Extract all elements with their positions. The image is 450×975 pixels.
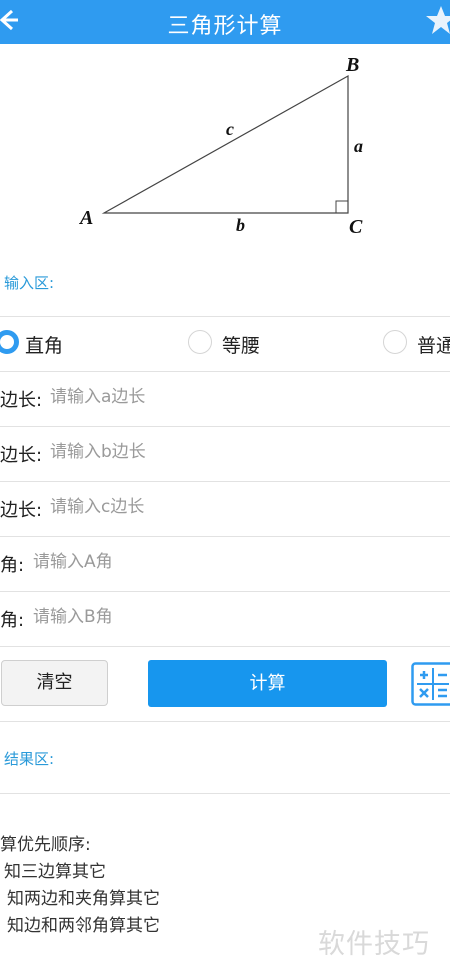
- field-label: 边长:: [0, 390, 43, 411]
- radio-general[interactable]: 普通: [383, 330, 450, 358]
- radio-selected-icon: [0, 330, 19, 354]
- calculator-icon[interactable]: [411, 662, 450, 706]
- divider: [0, 721, 450, 722]
- side-b-input[interactable]: [50, 437, 350, 467]
- field-label: 角:: [0, 555, 25, 576]
- field-label: 边长:: [0, 500, 43, 521]
- angle-a-input[interactable]: [33, 547, 333, 577]
- angle-b-row: 角:: [0, 592, 450, 646]
- radio-unselected-icon: [188, 330, 212, 354]
- angle-b-input[interactable]: [33, 602, 333, 632]
- side-c-input[interactable]: [50, 492, 350, 522]
- divider: [0, 646, 450, 647]
- side-a-row: 边长:: [0, 372, 450, 426]
- radio-label: 普通: [417, 335, 450, 357]
- radio-unselected-icon: [383, 330, 407, 354]
- side-c-row: 边长:: [0, 482, 450, 536]
- input-section-label: 输入区:: [4, 274, 55, 292]
- notes-item: 知三边算其它: [4, 862, 106, 882]
- star-icon[interactable]: [424, 4, 450, 38]
- vertex-label-a: A: [78, 207, 93, 229]
- calculate-button[interactable]: 计算: [148, 660, 387, 707]
- notes-item: 知边和两邻角算其它: [7, 916, 160, 936]
- divider: [0, 316, 450, 317]
- field-label: 边长:: [0, 445, 43, 466]
- clear-button[interactable]: 清空: [1, 660, 108, 706]
- radio-right-angle[interactable]: 直角: [0, 330, 85, 358]
- app-header: 三角形计算: [0, 0, 450, 44]
- triangle-diagram: A B C a b c: [78, 54, 363, 238]
- result-section-label: 结果区:: [4, 750, 55, 768]
- side-label-a: a: [354, 136, 363, 156]
- calculation-priority-notes: 算优先顺序: 知三边算其它 知两边和夹角算其它 知边和两邻角算其它: [0, 832, 160, 940]
- divider: [0, 793, 450, 794]
- vertex-label-b: B: [345, 54, 359, 76]
- right-angle-mark: [335, 200, 348, 213]
- vertex-label-c: C: [349, 216, 363, 238]
- notes-item: 知两边和夹角算其它: [7, 889, 160, 909]
- page-title: 三角形计算: [167, 14, 283, 39]
- side-b-row: 边长:: [0, 427, 450, 481]
- triangle-type-group: 直角 等腰 普通: [0, 318, 450, 370]
- triangle-shape: [101, 74, 349, 214]
- radio-label: 直角: [25, 335, 64, 357]
- side-label-b: b: [236, 215, 245, 235]
- side-a-input[interactable]: [50, 382, 350, 412]
- watermark: 软件技巧: [318, 929, 430, 960]
- notes-heading: 算优先顺序:: [0, 835, 91, 855]
- radio-isosceles[interactable]: 等腰: [188, 330, 278, 358]
- side-label-c: c: [226, 119, 234, 139]
- field-label: 角:: [0, 610, 25, 631]
- angle-a-row: 角:: [0, 537, 450, 591]
- radio-label: 等腰: [222, 335, 261, 357]
